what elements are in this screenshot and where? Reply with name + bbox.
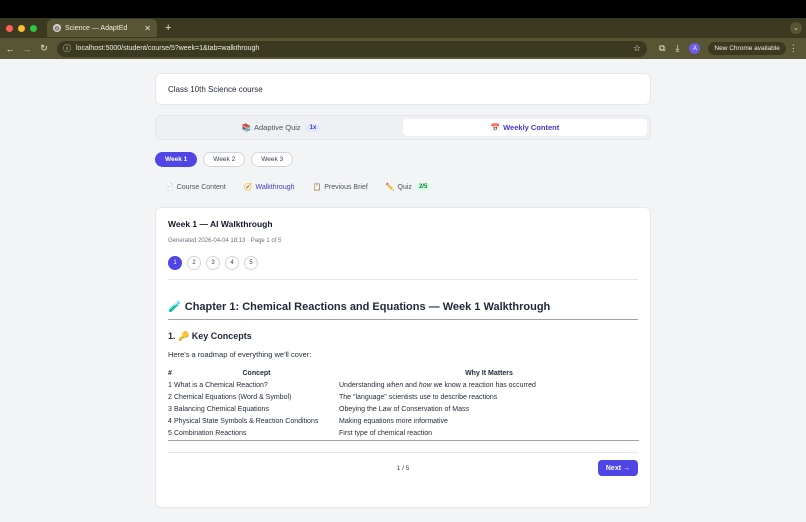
week-1-pill[interactable]: Week 1: [155, 152, 198, 167]
mode-tabs: 📚 Adaptive Quiz 1x 📅 Weekly Content: [155, 115, 651, 140]
table-row: 1 What is a Chemical Reaction? Understan…: [168, 380, 639, 392]
concepts-table: # Concept Why It Matters 1 What is a Che…: [168, 368, 639, 441]
row-why: Obeying the Law of Conservation of Mass: [339, 406, 469, 413]
page-selector: 1 2 3 4 5: [168, 256, 638, 270]
week-2-pill[interactable]: Week 2: [203, 152, 246, 167]
row-concept: Chemical Equations (Word & Symbol): [174, 394, 292, 401]
tab-walkthrough-label: Walkthrough: [255, 183, 295, 191]
test-tube-icon: 🧪: [168, 301, 182, 313]
section-heading: 1. 🔑 Key Concepts: [168, 331, 252, 341]
column-header-concept: Concept: [242, 370, 271, 377]
minimize-window-button[interactable]: [18, 24, 25, 32]
tab-previous-brief[interactable]: 📋 Previous Brief: [312, 183, 368, 192]
profile-avatar[interactable]: A: [689, 43, 701, 54]
page-indicator: 1 / 5: [396, 465, 410, 472]
reload-icon[interactable]: ↻: [37, 43, 51, 54]
site-info-icon[interactable]: ⓘ: [63, 43, 71, 54]
tab-walkthrough[interactable]: 🧭 Walkthrough: [243, 183, 295, 192]
page-5-button[interactable]: 5: [244, 256, 258, 270]
clipboard-icon: 📋: [312, 184, 322, 191]
tab-adaptive-quiz-label: Adaptive Quiz: [253, 123, 301, 132]
page-4-button[interactable]: 4: [225, 256, 239, 270]
walkthrough-meta: Generated 2026-04-04 18:13 · Page 1 of 5: [168, 238, 282, 244]
row-why-part: Understanding: [339, 382, 387, 389]
page-2-button[interactable]: 2: [187, 256, 201, 270]
pencil-icon: ✏️: [385, 184, 395, 191]
window-controls: [6, 24, 37, 32]
row-concept: Physical State Symbols & Reaction Condit…: [174, 418, 319, 425]
browser-tab-title: Science — AdaptEd: [65, 24, 128, 32]
quiz-progress-badge: 2/5: [414, 183, 432, 191]
zoom-window-button[interactable]: [30, 24, 37, 32]
table-row: 5 Combination Reactions First type of ch…: [168, 428, 639, 441]
tab-previous-brief-label: Previous Brief: [324, 183, 368, 191]
row-why: First type of chemical reaction: [339, 428, 639, 441]
row-concept: What is a Chemical Reaction?: [174, 382, 268, 389]
intro-text: Here's a roadmap of everything we'll cov…: [168, 350, 312, 359]
walkthrough-title: Week 1 — AI Walkthrough: [168, 219, 273, 229]
globe-icon: ◍: [53, 24, 61, 32]
os-menu-bar: [0, 0, 806, 18]
address-bar[interactable]: ⓘ localhost:5000/student/course/5?week=1…: [57, 40, 647, 57]
row-concept: Combination Reactions: [174, 428, 339, 441]
week-selector: Week 1 Week 2 Week 3: [155, 152, 651, 167]
forward-arrow-icon[interactable]: →: [20, 44, 34, 54]
new-tab-button[interactable]: +: [165, 22, 171, 34]
table-header-row: # Concept Why It Matters: [168, 368, 639, 380]
calendar-icon: 📅: [490, 123, 501, 132]
row-why: Making equations more informative: [339, 418, 448, 425]
content-sub-tabs: 📄 Course Content 🧭 Walkthrough 📋 Previou…: [155, 180, 651, 194]
browser-tab-active[interactable]: ◍ Science — AdaptEd ✕: [47, 19, 157, 37]
adaptive-quiz-badge: 1x: [305, 123, 321, 132]
browser-toolbar: ← → ↻ ⓘ localhost:5000/student/course/5?…: [0, 38, 806, 59]
row-why-part: we know a reaction has occurred: [431, 382, 536, 389]
chapter-heading: 🧪 Chapter 1: Chemical Reactions and Equa…: [168, 300, 638, 320]
column-header-why: Why It Matters: [465, 370, 513, 377]
row-why: Understanding when and how we know a rea…: [339, 380, 639, 392]
close-tab-icon[interactable]: ✕: [144, 24, 151, 33]
bookmark-star-icon[interactable]: ☆: [633, 43, 641, 54]
tab-course-content[interactable]: 📄 Course Content: [165, 183, 226, 192]
row-concept: Balancing Chemical Equations: [174, 406, 269, 413]
walkthrough-card: Week 1 — AI Walkthrough Generated 2026-0…: [155, 207, 651, 508]
table-row: 2 Chemical Equations (Word & Symbol) The…: [168, 392, 639, 404]
browser-tab-strip: ◍ Science — AdaptEd ✕ + ⌄: [0, 18, 806, 38]
page-3-button[interactable]: 3: [206, 256, 220, 270]
page-1-button[interactable]: 1: [168, 256, 182, 270]
page-viewport: Class 10th Science course 📚 Adaptive Qui…: [0, 59, 806, 522]
course-title-card: Class 10th Science course: [155, 73, 651, 105]
row-why-emphasis: when: [386, 382, 404, 389]
week-3-pill[interactable]: Week 3: [251, 152, 294, 167]
course-title: Class 10th Science course: [168, 84, 263, 94]
chrome-update-button[interactable]: New Chrome available: [708, 42, 786, 55]
back-arrow-icon[interactable]: ←: [3, 44, 17, 54]
tab-weekly-content[interactable]: 📅 Weekly Content: [403, 119, 647, 136]
tab-quiz[interactable]: ✏️ Quiz 2/5: [385, 183, 432, 191]
row-why: The "language" scientists use to describ…: [339, 394, 498, 401]
close-window-button[interactable]: [6, 24, 13, 32]
chapter-heading-text: Chapter 1: Chemical Reactions and Equati…: [184, 301, 551, 313]
tab-course-content-label: Course Content: [176, 183, 226, 191]
row-why-part: and: [403, 382, 419, 389]
row-why-emphasis: how: [418, 382, 432, 389]
tab-search-chevron-icon[interactable]: ⌄: [790, 22, 802, 34]
divider: [168, 279, 638, 280]
address-bar-url: localhost:5000/student/course/5?week=1&t…: [76, 45, 260, 52]
document-icon: 📄: [165, 184, 174, 191]
table-row: 4 Physical State Symbols & Reaction Cond…: [168, 416, 639, 428]
extensions-puzzle-icon[interactable]: ⧉: [659, 43, 665, 54]
pagination-footer: 1 / 5 Next →: [168, 460, 638, 480]
tab-adaptive-quiz[interactable]: 📚 Adaptive Quiz 1x: [159, 119, 403, 136]
tab-weekly-content-label: Weekly Content: [503, 123, 560, 132]
more-menu-icon[interactable]: ⋮: [789, 43, 798, 54]
books-icon: 📚: [241, 123, 251, 132]
compass-icon: 🧭: [243, 184, 253, 191]
download-icon[interactable]: ⤓: [675, 43, 679, 54]
table-row: 3 Balancing Chemical Equations Obeying t…: [168, 404, 639, 416]
next-button[interactable]: Next →: [597, 460, 638, 476]
divider: [168, 452, 638, 453]
tab-quiz-label: Quiz: [397, 183, 412, 191]
